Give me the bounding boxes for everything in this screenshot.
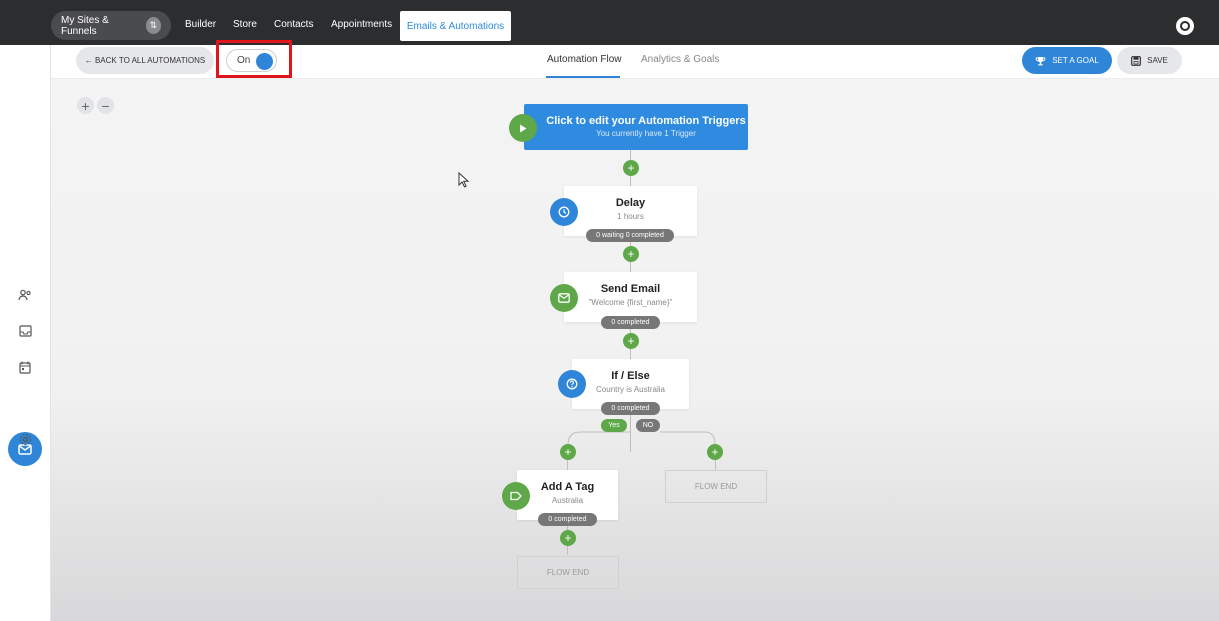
add-step-button-yes[interactable]: + <box>560 444 576 460</box>
set-goal-button[interactable]: SET A GOAL <box>1022 47 1112 74</box>
add-tag-subtitle: Australia <box>551 496 584 505</box>
send-email-title: Send Email <box>600 283 661 295</box>
tag-icon <box>502 482 530 510</box>
trigger-subtitle: You currently have 1 Trigger <box>596 129 696 138</box>
add-step-button[interactable]: + <box>623 246 639 262</box>
if-else-title: If / Else <box>611 370 650 382</box>
add-step-button-no[interactable]: + <box>707 444 723 460</box>
mouse-cursor-icon <box>458 172 470 188</box>
trigger-title: Click to edit your Automation Triggers <box>546 115 746 127</box>
nav-builder[interactable]: Builder <box>185 19 216 30</box>
send-email-stats-badge: 0 completed <box>601 316 660 329</box>
nav-contacts[interactable]: Contacts <box>274 19 313 30</box>
tab-analytics-goals[interactable]: Analytics & Goals <box>641 54 719 65</box>
trophy-icon <box>1035 56 1046 65</box>
left-sidebar <box>0 45 51 621</box>
add-step-button[interactable]: + <box>560 530 576 546</box>
nav-sites-funnels[interactable]: My Sites & Funnels ⇅ <box>51 11 171 40</box>
no-branch-badge: NO <box>636 419 660 432</box>
user-avatar[interactable] <box>1176 17 1194 35</box>
delay-stats-badge: 0 waiting 0 completed <box>586 229 674 242</box>
zoom-out-button[interactable]: − <box>97 97 114 114</box>
save-button[interactable]: SAVE <box>1117 47 1182 74</box>
inbox-icon[interactable] <box>16 322 34 340</box>
nav-emails-automations[interactable]: Emails & Automations <box>400 11 511 41</box>
contacts-icon[interactable] <box>16 286 34 304</box>
if-else-subtitle: Country is Australia <box>596 385 665 394</box>
nav-sites-funnels-label: My Sites & Funnels <box>61 14 109 37</box>
calendar-icon[interactable] <box>16 358 34 376</box>
toggle-highlight-box <box>216 40 292 78</box>
set-goal-label: SET A GOAL <box>1052 56 1099 65</box>
delay-subtitle: 1 hours <box>617 212 644 221</box>
zoom-in-button[interactable]: + <box>77 97 94 114</box>
save-icon <box>1131 55 1142 66</box>
add-step-button[interactable]: + <box>623 333 639 349</box>
settings-icon[interactable] <box>16 430 34 448</box>
send-email-step-card[interactable]: Send Email "Welcome {first_name}" <box>564 272 697 322</box>
if-else-stats-badge: 0 completed <box>601 402 660 415</box>
avatar-icon <box>1180 21 1190 31</box>
play-icon <box>509 114 537 142</box>
add-step-button[interactable]: + <box>623 160 639 176</box>
send-email-subtitle: "Welcome {first_name}" <box>588 298 673 307</box>
delay-title: Delay <box>615 197 646 209</box>
flow-end-no: FLOW END <box>665 470 767 503</box>
yes-branch-badge: Yes <box>601 419 627 432</box>
email-icon <box>550 284 578 312</box>
question-icon <box>558 370 586 398</box>
active-tab-underline <box>546 76 620 78</box>
clock-icon <box>550 198 578 226</box>
nav-appointments[interactable]: Appointments <box>331 19 392 30</box>
sort-icon: ⇅ <box>145 17 161 34</box>
flow-end-yes: FLOW END <box>517 556 619 589</box>
top-nav <box>0 0 1219 45</box>
back-to-automations-button[interactable]: ← BACK TO ALL AUTOMATIONS <box>76 47 214 74</box>
automation-trigger-card[interactable]: Click to edit your Automation Triggers Y… <box>524 104 748 150</box>
save-label: SAVE <box>1147 56 1168 65</box>
tab-automation-flow[interactable]: Automation Flow <box>547 54 621 65</box>
nav-store[interactable]: Store <box>233 19 257 30</box>
add-tag-stats-badge: 0 completed <box>538 513 597 526</box>
add-tag-title: Add A Tag <box>540 481 595 493</box>
